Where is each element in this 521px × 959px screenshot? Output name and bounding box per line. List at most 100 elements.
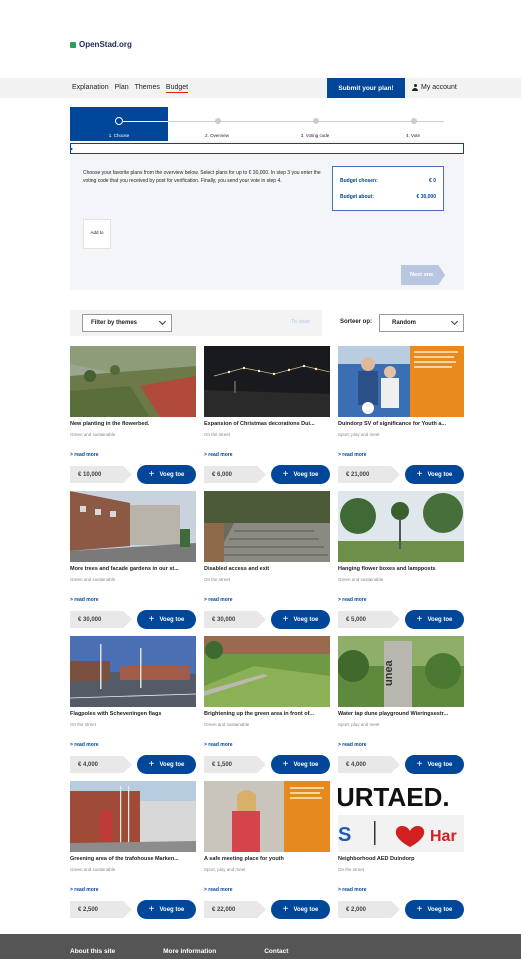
- plan-image[interactable]: [204, 781, 330, 852]
- plan-card: Disabled access and exit On the street >…: [204, 491, 330, 630]
- add-plan-label: Voeg toe: [427, 761, 453, 768]
- add-plan-button[interactable]: + Voeg toe: [405, 755, 464, 774]
- footer-contact-link[interactable]: Contact: [264, 948, 288, 955]
- plan-image[interactable]: [70, 781, 196, 852]
- plan-image[interactable]: [204, 491, 330, 562]
- step-label: 4. Vote: [405, 133, 420, 138]
- plan-price: € 1,500: [204, 756, 266, 773]
- clear-filter-link[interactable]: To clear: [291, 319, 310, 325]
- read-more-link[interactable]: > read more: [204, 742, 233, 748]
- step-voting-code[interactable]: 3. Voting code: [266, 107, 364, 141]
- read-more-link[interactable]: > read more: [70, 742, 99, 748]
- read-more-link[interactable]: > read more: [204, 887, 233, 893]
- add-plan-button[interactable]: + Voeg toe: [137, 755, 196, 774]
- step-choose[interactable]: 1. Choose: [70, 107, 168, 141]
- plan-image[interactable]: [70, 491, 196, 562]
- plan-title[interactable]: New planting in the flowerbed.: [70, 421, 196, 427]
- theme-filter-select[interactable]: Filter by themes: [82, 314, 172, 332]
- plan-title[interactable]: Brightening up the green area in front o…: [204, 711, 330, 717]
- add-plan-button[interactable]: + Voeg toe: [405, 900, 464, 919]
- add-to-label: Add to: [90, 230, 104, 235]
- plan-card: Greening area of the trafohouse Marken..…: [70, 781, 196, 920]
- step-overview[interactable]: 2. Overview: [168, 107, 266, 141]
- plan-image[interactable]: [204, 636, 330, 707]
- plus-icon: +: [282, 613, 289, 625]
- add-plan-button[interactable]: + Voeg toe: [405, 610, 464, 629]
- step-vote[interactable]: 4. Vote: [364, 107, 462, 141]
- nav-plan[interactable]: Plan: [115, 84, 129, 93]
- plan-theme: On the street: [204, 432, 231, 437]
- submit-plan-button[interactable]: Submit your plan!: [327, 78, 405, 98]
- nav-budget[interactable]: Budget: [165, 84, 189, 93]
- read-more-link[interactable]: > read more: [338, 887, 367, 893]
- read-more-link[interactable]: > read more: [70, 597, 99, 603]
- budget-about-label: Budget about:: [340, 194, 374, 200]
- add-plan-button[interactable]: + Voeg toe: [271, 900, 330, 919]
- plan-card: Brightening up the green area in front o…: [204, 636, 330, 775]
- footer-info-link[interactable]: More information: [163, 948, 216, 955]
- step-label: 3. Voting code: [300, 133, 330, 138]
- plan-image[interactable]: [70, 346, 196, 417]
- next-step-button[interactable]: Next one: [401, 265, 445, 285]
- nav-explanation[interactable]: Explanation: [72, 84, 109, 93]
- add-plan-label: Voeg toe: [293, 906, 319, 913]
- plan-title[interactable]: Disabled access and exit: [204, 566, 330, 572]
- plan-title[interactable]: Neighborhood AED Duindorp: [338, 856, 464, 862]
- read-more-link[interactable]: > read more: [70, 887, 99, 893]
- plan-price: € 30,000: [204, 611, 266, 628]
- plus-icon: +: [148, 903, 155, 915]
- plus-icon: +: [148, 758, 155, 770]
- plan-title[interactable]: Flagpoles with Scheveningen flags: [70, 711, 196, 717]
- add-plan-button[interactable]: + Voeg toe: [271, 465, 330, 484]
- nav-themes[interactable]: Themes: [135, 84, 160, 93]
- read-more-link[interactable]: > read more: [338, 742, 367, 748]
- add-plan-button[interactable]: + Voeg toe: [137, 900, 196, 919]
- plan-card: URTAED. S Har Neighborhood AED Duindorp …: [338, 781, 464, 920]
- plan-title[interactable]: A safe meeting place for youth: [204, 856, 330, 862]
- add-plan-button[interactable]: + Voeg toe: [271, 610, 330, 629]
- plus-icon: +: [282, 758, 289, 770]
- plan-image[interactable]: URTAED. S Har: [338, 781, 464, 852]
- plus-icon: +: [282, 468, 289, 480]
- add-plan-label: Voeg toe: [427, 616, 453, 623]
- sort-select[interactable]: Random: [379, 314, 464, 332]
- read-more-link[interactable]: > read more: [70, 452, 99, 458]
- plan-image[interactable]: unea: [338, 636, 464, 707]
- plus-icon: +: [148, 613, 155, 625]
- plan-theme: Green and sustainable: [204, 722, 250, 727]
- logo-icon: [70, 41, 76, 48]
- plan-image[interactable]: [204, 346, 330, 417]
- budget-intro: Choose your favorite plans from the over…: [83, 170, 321, 184]
- plan-title[interactable]: Expansion of Christmas decorations Dui..…: [204, 421, 330, 427]
- plus-icon: +: [416, 903, 423, 915]
- plan-card: Hanging flower boxes and lampposts Green…: [338, 491, 464, 630]
- plan-title[interactable]: More trees and facade gardens in our st.…: [70, 566, 196, 572]
- read-more-link[interactable]: > read more: [338, 597, 367, 603]
- footer-about-link[interactable]: About this site: [70, 948, 115, 955]
- plan-title[interactable]: Water tap dune playground Wieringsestr..…: [338, 711, 464, 717]
- plus-icon: +: [416, 468, 423, 480]
- add-plan-button[interactable]: + Voeg toe: [137, 610, 196, 629]
- plan-title[interactable]: Duindorp SV of significance for Youth a.…: [338, 421, 464, 427]
- add-plan-button[interactable]: + Voeg toe: [405, 465, 464, 484]
- plan-image[interactable]: [70, 636, 196, 707]
- read-more-link[interactable]: > read more: [204, 597, 233, 603]
- plan-price: € 10,000: [70, 466, 132, 483]
- my-account-link[interactable]: My account: [412, 84, 457, 91]
- sort-value: Random: [392, 320, 416, 326]
- plus-icon: +: [416, 758, 423, 770]
- add-plan-button[interactable]: + Voeg toe: [271, 755, 330, 774]
- add-plan-label: Voeg toe: [159, 471, 185, 478]
- read-more-link[interactable]: > read more: [204, 452, 233, 458]
- plan-image[interactable]: [338, 346, 464, 417]
- plan-card: New planting in the flowerbed. Green and…: [70, 346, 196, 485]
- plan-theme: Green and sustainable: [338, 577, 384, 582]
- add-plan-button[interactable]: + Voeg toe: [137, 465, 196, 484]
- site-logo[interactable]: OpenStad.org: [70, 40, 132, 49]
- plan-image[interactable]: [338, 491, 464, 562]
- read-more-link[interactable]: > read more: [338, 452, 367, 458]
- budget-about-value: € 30,000: [416, 194, 436, 200]
- plan-title[interactable]: Greening area of the trafohouse Marken..…: [70, 856, 196, 862]
- plan-title[interactable]: Hanging flower boxes and lampposts: [338, 566, 464, 572]
- step-connector: [123, 120, 168, 122]
